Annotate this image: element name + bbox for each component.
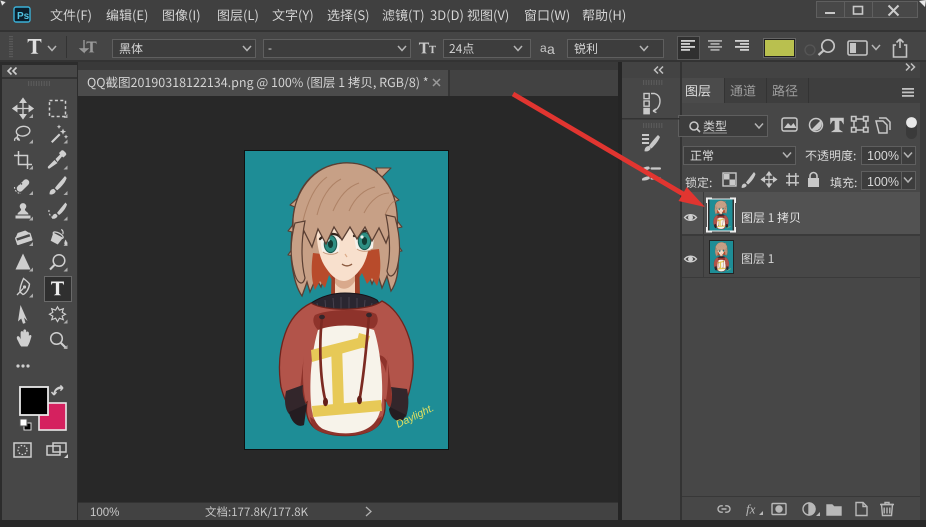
svg-text:100%: 100% — [867, 149, 899, 163]
svg-text:a: a — [540, 41, 547, 55]
svg-text:100%: 100% — [867, 175, 899, 189]
svg-text:a: a — [547, 41, 555, 57]
svg-text:-: - — [268, 41, 272, 55]
svg-text:fx: fx — [746, 502, 756, 517]
svg-text:100%: 100% — [90, 507, 119, 519]
svg-text:Ps: Ps — [17, 11, 30, 22]
